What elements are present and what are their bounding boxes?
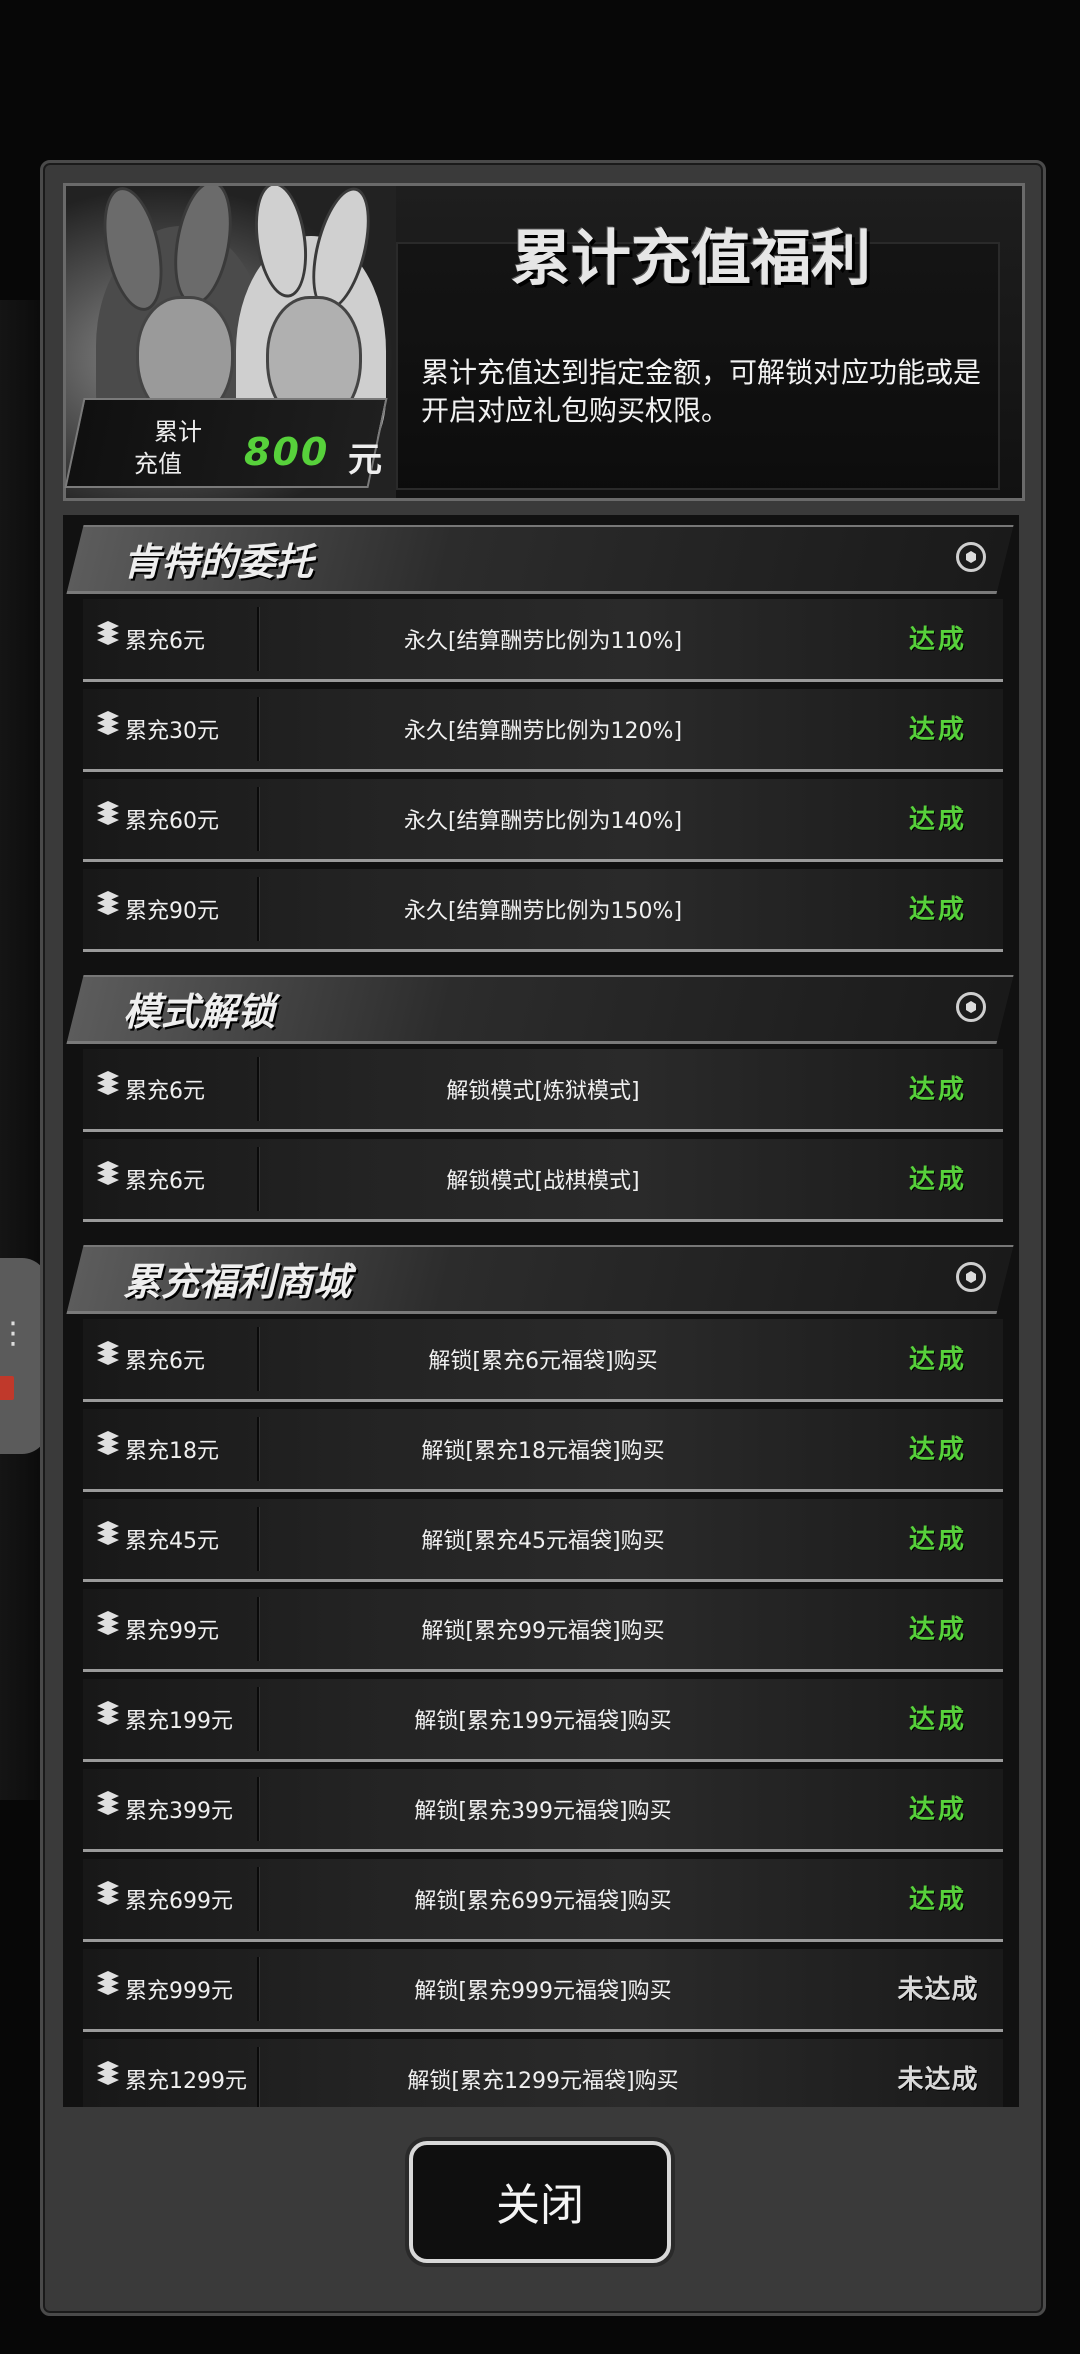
background-edge bbox=[0, 300, 40, 1800]
status-badge: 达成 bbox=[908, 1525, 967, 1555]
page-description: 累计充值达到指定金额，可解锁对应功能或是开启对应礼包购买权限。 bbox=[421, 356, 982, 427]
recharge-requirement: 累充6元 bbox=[125, 1169, 205, 1194]
recharge-requirement: 累充6元 bbox=[125, 1349, 205, 1374]
recharge-total-badge bbox=[64, 398, 388, 488]
section-title: 肯特的委托 bbox=[123, 540, 314, 584]
recharge-requirement: 累充60元 bbox=[125, 809, 219, 834]
recharge-total-unit: 元 bbox=[348, 440, 382, 480]
status-badge: 未达成 bbox=[897, 1975, 979, 2005]
status-badge: 达成 bbox=[908, 1795, 967, 1825]
recharge-requirement: 累充399元 bbox=[125, 1799, 233, 1824]
stack-layers-icon bbox=[95, 1431, 121, 1457]
recharge-requirement: 累充45元 bbox=[125, 1529, 219, 1554]
list-item: 累充999元 解锁[累充999元福袋]购买 未达成 bbox=[83, 1949, 1003, 2032]
recharge-requirement: 累充90元 bbox=[125, 899, 219, 924]
badge-label-line2: 充值 bbox=[134, 450, 182, 478]
stack-layers-icon bbox=[95, 1971, 121, 1997]
list-item: 累充199元 解锁[累充199元福袋]购买 达成 bbox=[83, 1679, 1003, 1762]
recharge-requirement: 累充1299元 bbox=[125, 2069, 247, 2094]
recharge-requirement: 累充6元 bbox=[125, 629, 205, 654]
stack-layers-icon bbox=[95, 1701, 121, 1727]
list-item: 累充6元 解锁模式[炼狱模式] 达成 bbox=[83, 1049, 1003, 1132]
reward-description: 永久[结算酬劳比例为120%] bbox=[403, 719, 683, 744]
reward-description: 永久[结算酬劳比例为150%] bbox=[403, 899, 683, 924]
reward-description: 解锁[累充6元福袋]购买 bbox=[428, 1349, 658, 1374]
benefits-list[interactable]: 肯特的委托 累充6元 永久[结算酬劳比例为110%] 达成 累充30元 永久[结… bbox=[63, 515, 1019, 2107]
status-badge: 达成 bbox=[908, 1435, 967, 1465]
stack-layers-icon bbox=[95, 891, 121, 917]
status-badge: 达成 bbox=[908, 895, 967, 925]
status-badge: 未达成 bbox=[897, 2065, 979, 2095]
stack-layers-icon bbox=[95, 1611, 121, 1637]
close-button[interactable]: 关闭 bbox=[409, 2141, 671, 2263]
stack-layers-icon bbox=[95, 1341, 121, 1367]
dialog-header: 累计 充值 800 元 累计充值福利 累计充值达到指定金额，可解锁对应功能或是开… bbox=[63, 183, 1025, 501]
hexagon-badge-icon bbox=[956, 542, 986, 572]
page-title: 累计充值福利 bbox=[511, 224, 871, 294]
reward-description: 解锁模式[战棋模式] bbox=[446, 1169, 640, 1194]
list-item: 累充45元 解锁[累充45元福袋]购买 达成 bbox=[83, 1499, 1003, 1582]
list-item: 累充99元 解锁[累充99元福袋]购买 达成 bbox=[83, 1589, 1003, 1672]
hexagon-badge-icon bbox=[956, 992, 986, 1022]
status-badge: 达成 bbox=[908, 805, 967, 835]
list-item: 累充90元 永久[结算酬劳比例为150%] 达成 bbox=[83, 869, 1003, 952]
list-item: 累充30元 永久[结算酬劳比例为120%] 达成 bbox=[83, 689, 1003, 772]
recharge-requirement: 累充30元 bbox=[125, 719, 219, 744]
status-badge: 达成 bbox=[908, 1075, 967, 1105]
stack-layers-icon bbox=[95, 1161, 121, 1187]
section-title: 模式解锁 bbox=[123, 990, 276, 1034]
reward-description: 永久[结算酬劳比例为110%] bbox=[403, 629, 683, 654]
status-badge: 达成 bbox=[908, 1165, 967, 1195]
recharge-requirement: 累充6元 bbox=[125, 1079, 205, 1104]
status-badge: 达成 bbox=[908, 1705, 967, 1735]
reward-description: 解锁[累充699元福袋]购买 bbox=[414, 1889, 672, 1914]
status-badge: 达成 bbox=[908, 625, 967, 655]
recharge-requirement: 累充699元 bbox=[125, 1889, 233, 1914]
list-item: 累充699元 解锁[累充699元福袋]购买 达成 bbox=[83, 1859, 1003, 1942]
stack-layers-icon bbox=[95, 1791, 121, 1817]
list-item: 累充1299元 解锁[累充1299元福袋]购买 未达成 bbox=[83, 2039, 1003, 2107]
status-badge: 达成 bbox=[908, 715, 967, 745]
badge-label-line1: 累计 bbox=[154, 418, 202, 446]
reward-description: 永久[结算酬劳比例为140%] bbox=[403, 809, 683, 834]
list-item: 累充6元 永久[结算酬劳比例为110%] 达成 bbox=[83, 599, 1003, 682]
recharge-requirement: 累充18元 bbox=[125, 1439, 219, 1464]
list-item: 累充18元 解锁[累充18元福袋]购买 达成 bbox=[83, 1409, 1003, 1492]
section-title: 累充福利商城 bbox=[123, 1260, 352, 1304]
reward-description: 解锁[累充999元福袋]购买 bbox=[414, 1979, 672, 2004]
stack-layers-icon bbox=[95, 621, 121, 647]
status-badge: 达成 bbox=[908, 1345, 967, 1375]
reward-description: 解锁[累充199元福袋]购买 bbox=[414, 1709, 672, 1734]
recharge-requirement: 累充199元 bbox=[125, 1709, 233, 1734]
list-item: 累充399元 解锁[累充399元福袋]购买 达成 bbox=[83, 1769, 1003, 1852]
status-badge: 达成 bbox=[908, 1615, 967, 1645]
reward-description: 解锁模式[炼狱模式] bbox=[446, 1079, 640, 1104]
stack-layers-icon bbox=[95, 1881, 121, 1907]
recharge-requirement: 累充999元 bbox=[125, 1979, 233, 2004]
stack-layers-icon bbox=[95, 801, 121, 827]
stack-layers-icon bbox=[95, 711, 121, 737]
recharge-total-amount: 800 bbox=[244, 430, 330, 474]
stack-layers-icon bbox=[95, 2061, 121, 2087]
recharge-requirement: 累充99元 bbox=[125, 1619, 219, 1644]
reward-description: 解锁[累充399元福袋]购买 bbox=[414, 1799, 672, 1824]
status-badge: 达成 bbox=[908, 1885, 967, 1915]
list-item: 累充6元 解锁模式[战棋模式] 达成 bbox=[83, 1139, 1003, 1222]
list-item: 累充6元 解锁[累充6元福袋]购买 达成 bbox=[83, 1319, 1003, 1402]
reward-description: 解锁[累充18元福袋]购买 bbox=[421, 1439, 665, 1464]
recharge-benefits-dialog: 累计 充值 800 元 累计充值福利 累计充值达到指定金额，可解锁对应功能或是开… bbox=[40, 160, 1046, 2316]
list-item: 累充60元 永久[结算酬劳比例为140%] 达成 bbox=[83, 779, 1003, 862]
reward-description: 解锁[累充45元福袋]购买 bbox=[421, 1529, 665, 1554]
stack-layers-icon bbox=[95, 1521, 121, 1547]
reward-description: 解锁[累充99元福袋]购买 bbox=[421, 1619, 665, 1644]
reward-description: 解锁[累充1299元福袋]购买 bbox=[407, 2069, 679, 2094]
hexagon-badge-icon bbox=[956, 1262, 986, 1292]
stack-layers-icon bbox=[95, 1071, 121, 1097]
